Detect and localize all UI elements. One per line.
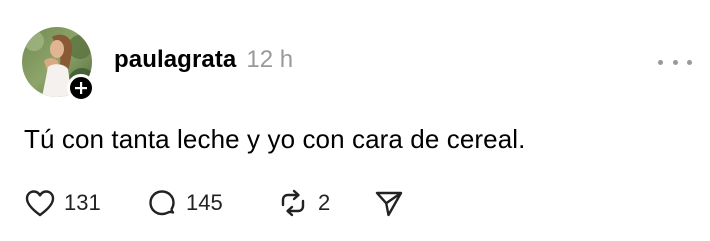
follow-button[interactable] bbox=[67, 74, 95, 102]
share-button[interactable] bbox=[373, 186, 413, 220]
username[interactable]: paulagrata bbox=[114, 46, 236, 74]
timestamp: 12 h bbox=[246, 46, 294, 73]
comment-bubble-icon bbox=[149, 190, 175, 216]
send-icon bbox=[375, 191, 403, 217]
reply-button[interactable]: 145 bbox=[146, 186, 276, 220]
more-options-button[interactable] bbox=[658, 55, 692, 69]
heart-icon bbox=[25, 190, 55, 217]
plus-icon bbox=[75, 82, 87, 94]
like-button[interactable]: 131 bbox=[24, 186, 146, 220]
thread-post: paulagrata 12 h Tú con tanta leche y yo … bbox=[0, 0, 710, 241]
ellipsis-icon bbox=[672, 59, 678, 65]
ellipsis-icon bbox=[658, 59, 663, 65]
post-header: paulagrata 12 h bbox=[114, 46, 293, 74]
post-text: Tú con tanta leche y yo con cara de cere… bbox=[24, 124, 526, 154]
action-bar: 131 145 2 bbox=[24, 186, 413, 220]
reply-count: 145 bbox=[186, 190, 223, 215]
repost-count: 2 bbox=[318, 190, 331, 215]
ellipsis-icon bbox=[687, 59, 692, 65]
repost-button[interactable]: 2 bbox=[276, 186, 373, 220]
like-count: 131 bbox=[64, 190, 101, 215]
repost-icon bbox=[281, 189, 305, 217]
avatar-container[interactable] bbox=[22, 27, 95, 102]
